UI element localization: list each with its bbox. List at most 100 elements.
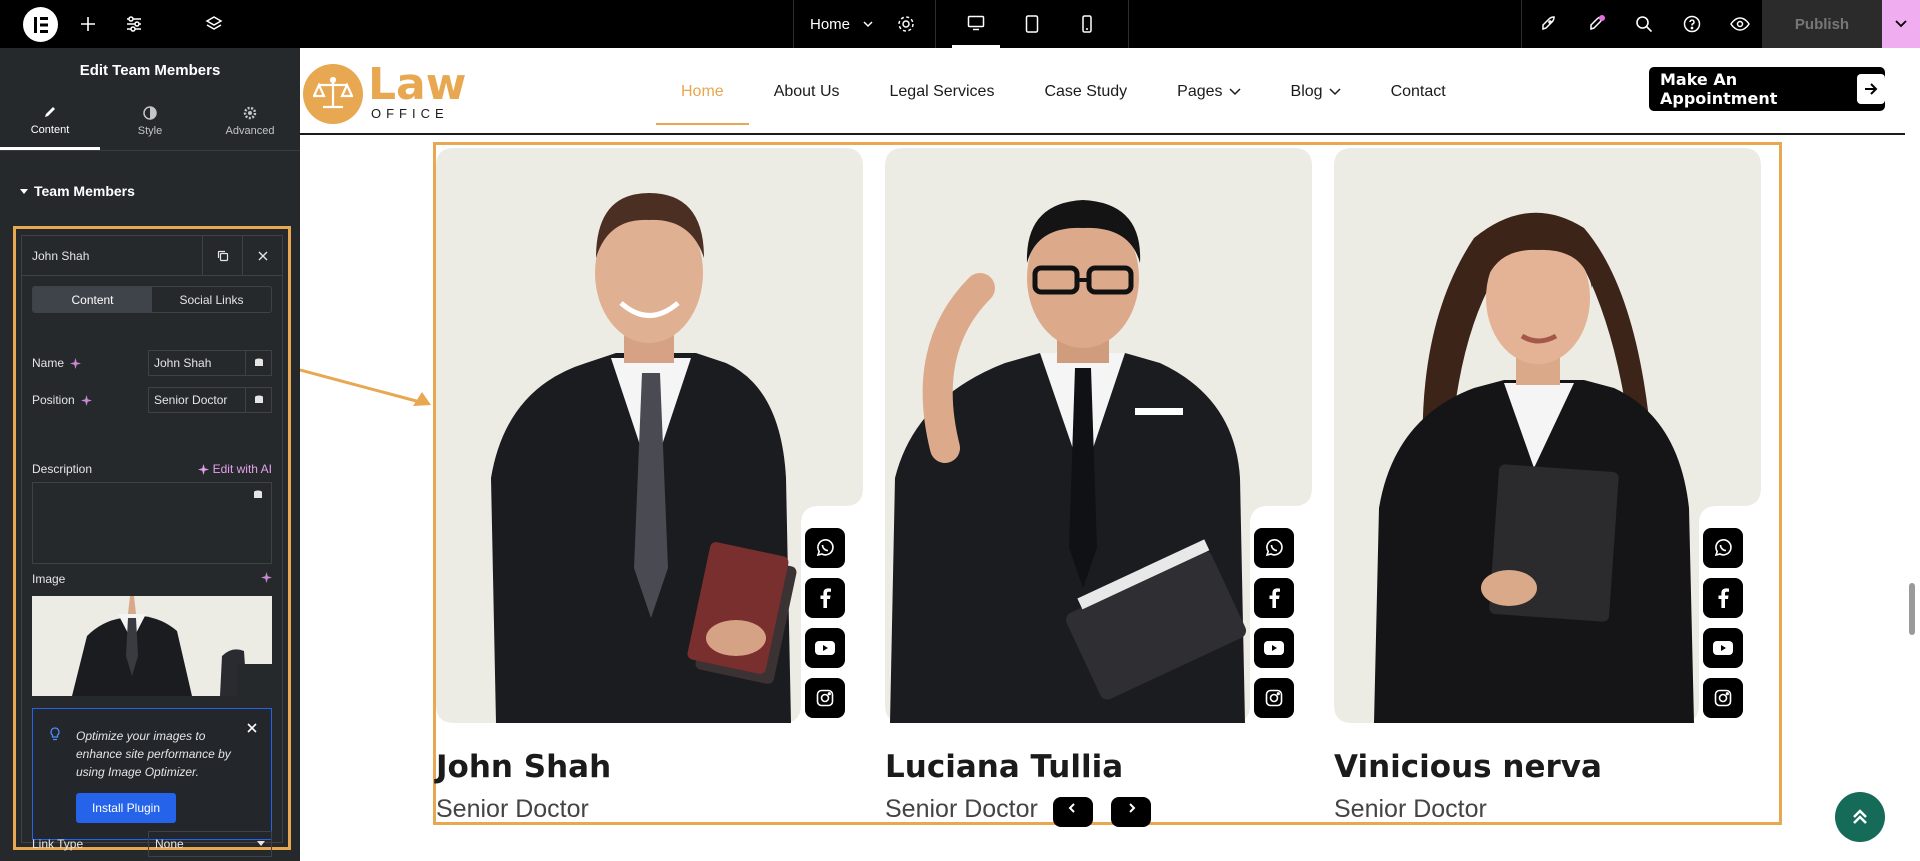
- notifications-icon[interactable]: [1572, 0, 1620, 48]
- elementor-logo[interactable]: [23, 7, 58, 42]
- make-appointment-label: Make An Appointment: [1660, 70, 1778, 108]
- page-settings-icon[interactable]: [882, 0, 930, 48]
- instagram-icon[interactable]: [1703, 678, 1743, 718]
- nav-legal-services-label: Legal Services: [889, 82, 995, 100]
- ai-sparkle-icon[interactable]: [261, 572, 272, 583]
- section-title: Team Members: [34, 183, 135, 199]
- member-position: Senior Doctor: [885, 795, 1038, 823]
- page-selector[interactable]: Home: [794, 0, 874, 48]
- whatsapp-icon[interactable]: [1254, 528, 1294, 568]
- edit-with-ai-link[interactable]: Edit with AI: [197, 462, 272, 476]
- team-card[interactable]: Vinicious nerva Senior Doctor: [1334, 148, 1764, 828]
- instagram-icon[interactable]: [805, 678, 845, 718]
- ai-sparkle-icon: [197, 463, 209, 475]
- position-label: Position: [32, 393, 92, 407]
- youtube-icon[interactable]: [1254, 628, 1294, 668]
- dynamic-tags-icon[interactable]: [245, 388, 271, 412]
- ai-sparkle-icon[interactable]: [70, 357, 82, 369]
- tab-advanced-label: Advanced: [225, 125, 275, 137]
- facebook-icon[interactable]: [1254, 578, 1294, 618]
- layers-icon[interactable]: [190, 0, 238, 48]
- brand-word[interactable]: Law: [368, 60, 466, 110]
- remove-item-close-icon[interactable]: [242, 236, 282, 275]
- caret-down-icon: [257, 841, 265, 847]
- image-optimizer-notice: Optimize your images to enhance site per…: [32, 708, 272, 840]
- facebook-icon[interactable]: [805, 578, 845, 618]
- duplicate-icon[interactable]: [202, 236, 242, 275]
- inner-tab-content[interactable]: Content: [33, 287, 152, 312]
- repeater-item-header[interactable]: John Shah: [21, 235, 283, 276]
- search-icon[interactable]: [1620, 0, 1668, 48]
- team-card[interactable]: John Shah Senior Doctor: [436, 148, 866, 828]
- tab-advanced[interactable]: Advanced: [200, 93, 300, 150]
- slider-next-button[interactable]: [1111, 797, 1151, 827]
- contrast-icon: [143, 106, 157, 120]
- repeater-item-body: Content Social Links Name John Shah Posi…: [21, 276, 283, 857]
- notice-text: Optimize your images to enhance site per…: [76, 729, 231, 779]
- link-type-value: None: [155, 837, 184, 851]
- tab-style[interactable]: Style: [100, 93, 200, 150]
- tab-content-label: Content: [30, 123, 70, 136]
- section-team-members[interactable]: Team Members: [0, 151, 300, 231]
- inner-tab-social-links[interactable]: Social Links: [152, 287, 271, 312]
- position-value: Senior Doctor: [154, 393, 228, 407]
- member-name: Luciana Tullia: [885, 749, 1124, 785]
- name-value: John Shah: [154, 356, 212, 370]
- team-member-photo: [1334, 148, 1761, 723]
- panel-title: Edit Team Members: [79, 62, 221, 79]
- help-icon[interactable]: [1668, 0, 1716, 48]
- member-position: Senior Doctor: [436, 795, 589, 823]
- arrow-right-icon: [1857, 74, 1885, 104]
- nav-blog-label: Blog: [1290, 82, 1323, 100]
- install-plugin-button[interactable]: Install Plugin: [76, 793, 176, 823]
- description-textarea[interactable]: [32, 482, 272, 564]
- add-element-icon[interactable]: [64, 0, 112, 48]
- nav-blog[interactable]: Blog: [1266, 48, 1366, 135]
- member-position: Senior Doctor: [1334, 795, 1487, 823]
- social-links: [1254, 528, 1298, 728]
- main-nav: Home About Us Legal Services Case Study …: [656, 48, 1471, 135]
- youtube-icon[interactable]: [1703, 628, 1743, 668]
- nav-case-study[interactable]: Case Study: [1019, 48, 1152, 135]
- team-card[interactable]: Luciana Tullia Senior Doctor: [885, 148, 1315, 828]
- site-header: Law OFFICE Home About Us Legal Services …: [300, 48, 1905, 135]
- dynamic-tags-icon[interactable]: [245, 483, 271, 507]
- publish-button[interactable]: Publish: [1762, 0, 1882, 48]
- name-field[interactable]: John Shah: [148, 350, 272, 376]
- preview-eye-icon[interactable]: [1716, 0, 1764, 48]
- position-label-text: Position: [32, 393, 75, 407]
- tab-content[interactable]: Content: [0, 93, 100, 150]
- nav-about-us[interactable]: About Us: [749, 48, 865, 135]
- rocket-icon[interactable]: [1524, 0, 1572, 48]
- slider-prev-button[interactable]: [1053, 797, 1093, 827]
- whatsapp-icon[interactable]: [1703, 528, 1743, 568]
- youtube-icon[interactable]: [805, 628, 845, 668]
- back-to-top-button[interactable]: [1835, 792, 1885, 842]
- make-appointment-button[interactable]: Make An Appointment: [1649, 67, 1885, 111]
- nav-legal-services[interactable]: Legal Services: [865, 48, 1020, 135]
- mobile-view-icon[interactable]: [1063, 0, 1111, 48]
- pointer-arrow-annotation: [300, 366, 435, 406]
- image-preview[interactable]: [32, 596, 272, 696]
- scales-logo-icon[interactable]: [303, 64, 363, 124]
- dynamic-tags-icon[interactable]: [245, 351, 271, 375]
- nav-pages[interactable]: Pages: [1152, 48, 1265, 135]
- instagram-icon[interactable]: [1254, 678, 1294, 718]
- gear-icon: [243, 106, 257, 120]
- close-icon[interactable]: [247, 723, 257, 733]
- whatsapp-icon[interactable]: [805, 528, 845, 568]
- facebook-icon[interactable]: [1703, 578, 1743, 618]
- desktop-view-icon[interactable]: [952, 0, 1000, 48]
- nav-contact[interactable]: Contact: [1366, 48, 1471, 135]
- publish-options-chevron-icon[interactable]: [1882, 0, 1920, 48]
- member-name: John Shah: [436, 749, 612, 785]
- team-members-widget[interactable]: John Shah Senior Doctor Luciana Tullia S…: [433, 142, 1782, 825]
- scrollbar-thumb[interactable]: [1909, 583, 1915, 635]
- link-type-select[interactable]: None: [148, 831, 272, 857]
- position-field[interactable]: Senior Doctor: [148, 387, 272, 413]
- site-settings-icon[interactable]: [110, 0, 158, 48]
- link-type-label: Link Type: [32, 837, 84, 851]
- ai-sparkle-icon[interactable]: [80, 394, 92, 406]
- nav-home[interactable]: Home: [656, 48, 749, 135]
- tablet-view-icon[interactable]: [1008, 0, 1056, 48]
